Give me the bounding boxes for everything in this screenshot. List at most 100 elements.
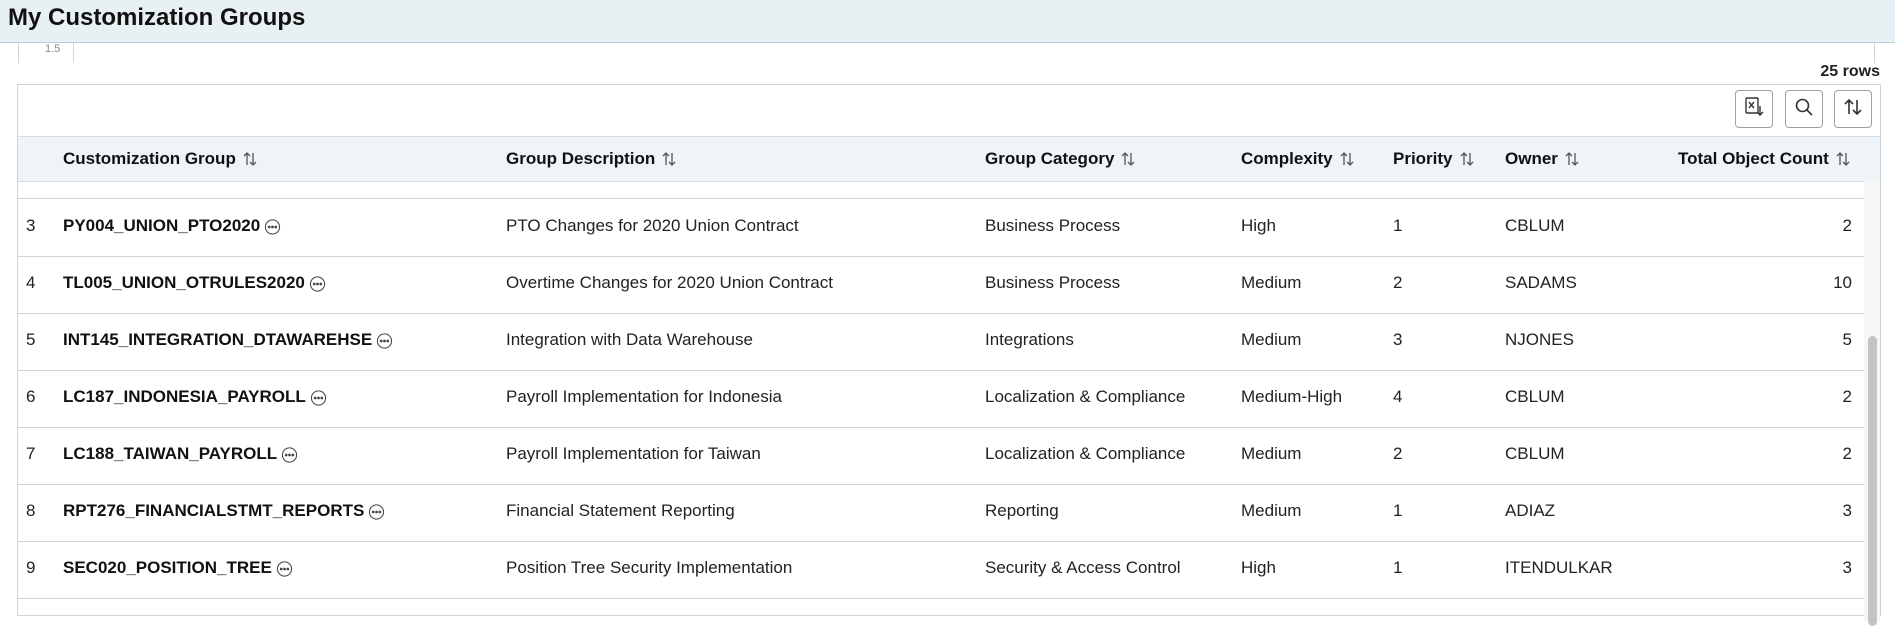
chart-axis-line xyxy=(73,43,74,63)
owner-cell: ADIAZ xyxy=(1505,501,1556,520)
scrollbar-thumb[interactable] xyxy=(1868,336,1877,626)
group-category-cell: Business Process xyxy=(985,273,1121,292)
customization-group-cell: INT145_INTEGRATION_DTAWAREHSE xyxy=(63,330,393,350)
table-row xyxy=(18,181,1864,199)
object-count-cell: 2 xyxy=(1842,444,1852,463)
row-index: 9 xyxy=(26,558,36,577)
object-count-cell: 3 xyxy=(1842,501,1852,520)
grid-body: 3 PY004_UNION_PTO2020 PTO Changes for 20… xyxy=(18,181,1864,621)
owner-cell: CBLUM xyxy=(1505,387,1565,406)
table-row[interactable]: 3 PY004_UNION_PTO2020 PTO Changes for 20… xyxy=(18,199,1864,257)
owner-cell: NJONES xyxy=(1505,330,1574,349)
customization-group-cell: TL005_UNION_OTRULES2020 xyxy=(63,273,326,293)
group-category-cell: Localization & Compliance xyxy=(985,387,1186,406)
customization-group-cell: RPT276_FINANCIALSTMT_REPORTS xyxy=(63,501,385,521)
row-index: 7 xyxy=(26,444,36,463)
group-description-cell: Financial Statement Reporting xyxy=(506,501,735,520)
page-header: My Customization Groups xyxy=(0,0,1895,43)
more-options-icon[interactable] xyxy=(376,332,393,349)
col-header-complexity[interactable]: Complexity xyxy=(1241,149,1355,169)
object-count-cell: 5 xyxy=(1842,330,1852,349)
complexity-cell: Medium xyxy=(1241,501,1302,520)
table-row[interactable]: 5 INT145_INTEGRATION_DTAWAREHSE Integrat… xyxy=(18,313,1864,371)
priority-cell: 1 xyxy=(1393,501,1403,520)
row-index: 3 xyxy=(26,216,36,235)
owner-cell: CBLUM xyxy=(1505,444,1565,463)
owner-cell: SADAMS xyxy=(1505,273,1577,292)
group-category-cell: Localization & Compliance xyxy=(985,444,1186,463)
group-description-cell: Integration with Data Warehouse xyxy=(506,330,753,349)
col-header-owner[interactable]: Owner xyxy=(1505,149,1580,169)
group-description-cell: Overtime Changes for 2020 Union Contract xyxy=(506,273,833,292)
more-options-icon[interactable] xyxy=(310,389,327,406)
row-index: 5 xyxy=(26,330,36,349)
group-description-cell: PTO Changes for 2020 Union Contract xyxy=(506,216,799,235)
customization-group-cell: PY004_UNION_PTO2020 xyxy=(63,216,281,236)
customization-groups-grid: Customization Group Group Description Gr… xyxy=(17,84,1881,626)
table-row[interactable]: 8 RPT276_FINANCIALSTMT_REPORTS Financial… xyxy=(18,484,1864,542)
complexity-cell: High xyxy=(1241,216,1276,235)
more-options-icon[interactable] xyxy=(281,446,298,463)
sort-icon xyxy=(1842,96,1864,123)
priority-cell: 1 xyxy=(1393,558,1403,577)
search-icon xyxy=(1793,96,1815,123)
grid-toolbar xyxy=(18,85,1880,135)
object-count-cell: 2 xyxy=(1842,216,1852,235)
row-count-label: 25 rows xyxy=(1820,63,1880,80)
col-header-priority[interactable]: Priority xyxy=(1393,149,1475,169)
priority-cell: 2 xyxy=(1393,273,1403,292)
chart-remnant: 1.5 xyxy=(18,43,1875,63)
sort-arrows-icon xyxy=(1564,151,1580,167)
table-row[interactable]: 6 LC187_INDONESIA_PAYROLL Payroll Implem… xyxy=(18,370,1864,428)
sort-arrows-icon xyxy=(1459,151,1475,167)
complexity-cell: Medium xyxy=(1241,330,1302,349)
col-header-group-category[interactable]: Group Category xyxy=(985,149,1136,169)
group-category-cell: Business Process xyxy=(985,216,1121,235)
customization-group-cell: SEC020_POSITION_TREE xyxy=(63,558,293,578)
priority-cell: 1 xyxy=(1393,216,1403,235)
more-options-icon[interactable] xyxy=(368,503,385,520)
group-category-cell: Integrations xyxy=(985,330,1074,349)
owner-cell: ITENDULKAR xyxy=(1505,558,1613,577)
row-index: 6 xyxy=(26,387,36,406)
col-header-customization-group[interactable]: Customization Group xyxy=(63,149,258,169)
complexity-cell: Medium xyxy=(1241,273,1302,292)
table-row[interactable]: 7 LC188_TAIWAN_PAYROLL Payroll Implement… xyxy=(18,427,1864,485)
complexity-cell: High xyxy=(1241,558,1276,577)
sort-button[interactable] xyxy=(1834,90,1872,128)
complexity-cell: Medium-High xyxy=(1241,387,1343,406)
priority-cell: 3 xyxy=(1393,330,1403,349)
more-options-icon[interactable] xyxy=(276,560,293,577)
table-row[interactable]: 4 TL005_UNION_OTRULES2020 Overtime Chang… xyxy=(18,256,1864,314)
object-count-cell: 10 xyxy=(1833,273,1852,292)
object-count-cell: 2 xyxy=(1842,387,1852,406)
owner-cell: CBLUM xyxy=(1505,216,1565,235)
table-row[interactable]: 9 SEC020_POSITION_TREE Position Tree Sec… xyxy=(18,541,1864,599)
search-button[interactable] xyxy=(1785,90,1823,128)
more-options-icon[interactable] xyxy=(309,275,326,292)
sort-arrows-icon xyxy=(1835,151,1851,167)
group-category-cell: Security & Access Control xyxy=(985,558,1181,577)
export-button[interactable] xyxy=(1735,90,1773,128)
priority-cell: 4 xyxy=(1393,387,1403,406)
sort-arrows-icon xyxy=(242,151,258,167)
sort-arrows-icon xyxy=(1120,151,1136,167)
export-excel-icon xyxy=(1743,96,1765,123)
row-index: 4 xyxy=(26,273,36,292)
grid-scrollbar[interactable] xyxy=(1864,181,1880,626)
complexity-cell: Medium xyxy=(1241,444,1302,463)
object-count-cell: 3 xyxy=(1842,558,1852,577)
more-options-icon[interactable] xyxy=(264,218,281,235)
group-description-cell: Payroll Implementation for Taiwan xyxy=(506,444,761,463)
col-header-total-object-count[interactable]: Total Object Count xyxy=(1678,149,1851,169)
grid-header-row: Customization Group Group Description Gr… xyxy=(18,136,1880,182)
group-category-cell: Reporting xyxy=(985,501,1059,520)
page-title: My Customization Groups xyxy=(8,4,306,31)
row-index: 8 xyxy=(26,501,36,520)
chart-axis-tick: 1.5 xyxy=(45,43,61,55)
customization-group-cell: LC187_INDONESIA_PAYROLL xyxy=(63,387,327,407)
col-header-group-description[interactable]: Group Description xyxy=(506,149,677,169)
sort-arrows-icon xyxy=(1339,151,1355,167)
customization-group-cell: LC188_TAIWAN_PAYROLL xyxy=(63,444,298,464)
group-description-cell: Position Tree Security Implementation xyxy=(506,558,793,577)
